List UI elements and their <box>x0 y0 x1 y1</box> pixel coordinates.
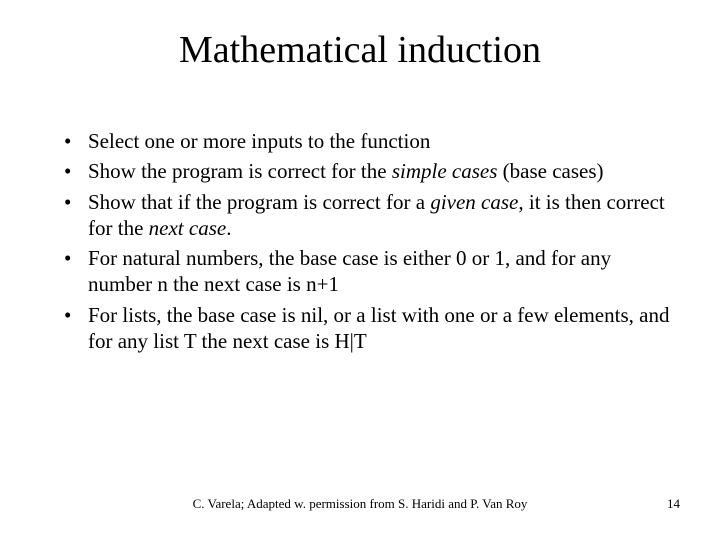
list-item: For natural numbers, the base case is ei… <box>60 245 670 298</box>
bullet-text: Show the program is correct for the <box>88 159 392 183</box>
bullet-list: Select one or more inputs to the functio… <box>60 128 670 354</box>
bullet-text: For lists, the base case is nil, or a li… <box>88 303 669 353</box>
list-item: Show that if the program is correct for … <box>60 189 670 242</box>
bullet-text: Select one or more inputs to the functio… <box>88 129 430 153</box>
bullet-text: For natural numbers, the base case is ei… <box>88 246 611 296</box>
footer-attribution: C. Varela; Adapted w. permission from S.… <box>0 496 720 512</box>
bullet-text: . <box>226 216 231 240</box>
slide: Mathematical induction Select one or mor… <box>0 0 720 540</box>
bullet-text-italic: next case <box>149 216 227 240</box>
bullet-text: Show that if the program is correct for … <box>88 190 430 214</box>
bullet-text-italic: simple cases <box>392 159 498 183</box>
list-item: Select one or more inputs to the functio… <box>60 128 670 154</box>
slide-body: Select one or more inputs to the functio… <box>60 128 670 358</box>
page-number: 14 <box>667 496 680 512</box>
bullet-text: (base cases) <box>497 159 603 183</box>
list-item: Show the program is correct for the simp… <box>60 158 670 184</box>
bullet-text-italic: given case <box>430 190 518 214</box>
list-item: For lists, the base case is nil, or a li… <box>60 302 670 355</box>
slide-title: Mathematical induction <box>0 28 720 72</box>
